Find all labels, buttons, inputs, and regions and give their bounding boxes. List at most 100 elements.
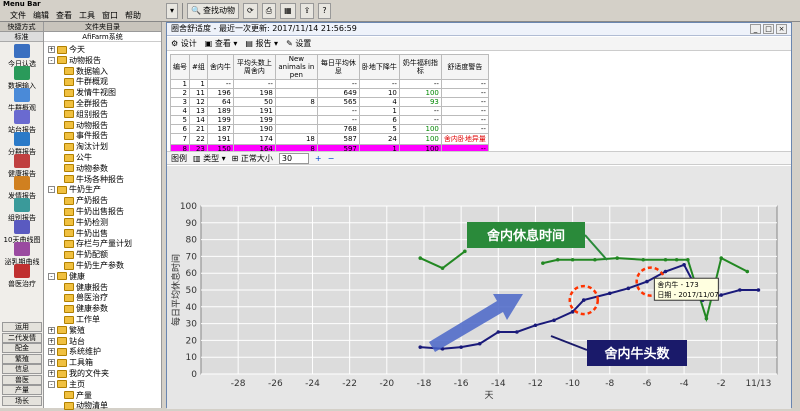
shortcut-group-button[interactable]: 产量 <box>2 385 42 395</box>
shortcut-icon <box>14 154 30 168</box>
grid-icon[interactable]: ▦ <box>280 2 296 19</box>
menu-tools[interactable]: 工具 <box>79 10 95 21</box>
tree-node[interactable]: 存栏与产量计划 <box>64 238 132 249</box>
expand-icon[interactable]: + <box>48 46 55 53</box>
expand-icon[interactable]: + <box>48 337 55 345</box>
table-cell: -- <box>440 79 489 89</box>
menu-edit[interactable]: 编辑 <box>33 10 49 21</box>
tree-node[interactable]: 事件报告 <box>64 130 108 141</box>
expand-icon[interactable]: + <box>48 370 55 377</box>
table-row[interactable]: 1 1 -- -- -- -- -- -- <box>170 79 489 89</box>
table-row[interactable]: 2 11 196 198 649 10 100 -- <box>170 88 489 98</box>
menu-view[interactable]: 查看 <box>56 10 72 21</box>
tree-node[interactable]: 牛群概观 <box>64 76 108 87</box>
table-row[interactable]: 4 13 189 191 -- 1 -- -- <box>170 106 489 116</box>
tree-node[interactable]: 公牛 <box>64 152 92 163</box>
tree-root[interactable]: AfiFarm系统 <box>44 32 161 42</box>
menu-file[interactable]: 文件 <box>10 10 26 21</box>
dropdown-button[interactable]: ▾ <box>166 2 179 19</box>
tree-node[interactable]: - 主页 <box>48 379 85 390</box>
table-row[interactable]: 3 12 64 50 8 565 4 93 -- <box>170 97 489 107</box>
expand-icon[interactable]: + <box>48 348 55 356</box>
zoom-in-icon[interactable]: + <box>315 154 322 163</box>
table-row[interactable]: 5 14 199 199 -- 6 -- -- <box>170 115 489 125</box>
menu-help[interactable]: 帮助 <box>125 10 141 21</box>
view-menu[interactable]: ▣ 查看 ▾ <box>205 38 238 49</box>
maximize-button[interactable]: □ <box>763 24 774 34</box>
expand-icon[interactable]: + <box>48 359 55 367</box>
tree-node[interactable]: 产奶报告 <box>64 195 108 206</box>
tree-node[interactable]: 健康报告 <box>64 282 108 293</box>
shortcut-group-button[interactable]: 运用 <box>2 322 42 332</box>
tree-node[interactable]: + 系统维护 <box>48 346 101 357</box>
shortcut-group-button[interactable]: 场长 <box>2 395 42 406</box>
report-menu[interactable]: ▤ 报告 ▾ <box>245 38 278 49</box>
column-header[interactable]: 奶牛福利指标 <box>398 54 442 80</box>
tree-node[interactable]: - 牛奶生产 <box>48 184 101 195</box>
column-header[interactable]: New animals in pen <box>274 54 318 80</box>
column-header[interactable]: #组 <box>189 54 208 80</box>
zoom-out-icon[interactable]: − <box>328 154 335 163</box>
tree-node[interactable]: 全群报告 <box>64 98 108 109</box>
tree-node[interactable]: 牛奶出售 <box>64 228 108 239</box>
expand-icon[interactable]: - <box>48 56 55 64</box>
tree-node[interactable]: 牛奶检测 <box>64 217 108 228</box>
tree-node[interactable]: 产量 <box>64 390 92 401</box>
table-row[interactable]: 6 21 187 190 768 5 100 -- <box>170 124 489 134</box>
tree-node[interactable]: 淘汰计划 <box>64 141 108 152</box>
tree-node[interactable]: 发情牛视图 <box>64 87 116 98</box>
shortcut-item[interactable]: 兽医治疗 <box>0 264 44 289</box>
tree-node[interactable]: + 繁殖 <box>48 325 85 336</box>
refresh-icon[interactable]: ⟳ <box>242 2 258 19</box>
help-icon[interactable]: ? <box>318 2 331 19</box>
minimize-button[interactable]: _ <box>750 24 761 34</box>
shortcut-group-button[interactable]: 繁殖 <box>2 353 42 364</box>
shortcut-group-button[interactable]: 二代发情 <box>2 332 42 343</box>
tree-node[interactable]: 动物参数 <box>64 163 108 174</box>
table-row[interactable]: 7 22 191 174 18 587 24 100 舍内卧地异量 <box>170 133 489 145</box>
tree-node[interactable]: 数据输入 <box>64 66 108 77</box>
tree-node[interactable]: + 站台 <box>48 336 85 347</box>
tooltip-line: 舍内牛 - 173 <box>657 280 698 289</box>
tree-node[interactable]: 牛场各种报告 <box>64 174 124 185</box>
tree-node[interactable]: 动物报告 <box>64 120 108 131</box>
legend-button[interactable]: 图例 <box>171 153 187 164</box>
column-header[interactable]: 卧地下降牛 <box>358 54 400 80</box>
shortcut-group-button[interactable]: 信息 <box>2 364 42 374</box>
column-header[interactable]: 舍内牛 <box>206 54 234 80</box>
expand-icon[interactable]: - <box>48 380 55 388</box>
close-button[interactable]: × <box>776 24 787 34</box>
export-icon[interactable]: ⇪ <box>299 2 315 19</box>
tree-node[interactable]: 动物清单 <box>64 400 108 411</box>
settings-button[interactable]: ✎ 设置 <box>286 38 311 49</box>
shortcut-group-button[interactable]: 配金 <box>2 343 42 353</box>
tree-node[interactable]: - 动物报告 <box>48 55 101 66</box>
column-header[interactable]: 平均头数上周舍内 <box>232 54 276 80</box>
tree-node[interactable]: 牛奶配额 <box>64 249 108 260</box>
column-header[interactable]: 舒适度警告 <box>440 54 489 80</box>
expand-icon[interactable]: - <box>48 186 55 194</box>
search-animal-button[interactable]: 🔍 查找动物 <box>187 2 239 19</box>
print-icon[interactable]: ⎙ <box>261 2 277 19</box>
zoom-input[interactable]: 30 <box>278 152 309 164</box>
shortcut-standard-tab[interactable]: 标准 <box>0 32 43 42</box>
tree-node[interactable]: 工作单 <box>64 314 100 325</box>
chart-type-menu[interactable]: ▥ 类型 ▾ <box>193 153 226 164</box>
tree-node[interactable]: + 今天 <box>48 44 85 55</box>
normal-size-button[interactable]: ⊞ 正常大小 <box>232 153 273 164</box>
tree-node[interactable]: + 工具箱 <box>48 357 93 368</box>
tree-node[interactable]: 健康参数 <box>64 303 108 314</box>
tree-node[interactable]: + 我的文件夹 <box>48 368 109 379</box>
menu-window[interactable]: 窗口 <box>102 10 118 21</box>
tree-node[interactable]: - 健康 <box>48 271 85 282</box>
design-button[interactable]: ⚙ 设计 <box>171 38 197 49</box>
expand-icon[interactable]: - <box>48 272 55 280</box>
tree-node[interactable]: 牛奶生产参数 <box>64 260 124 271</box>
tree-node[interactable]: 组别报告 <box>64 109 108 120</box>
expand-icon[interactable]: + <box>48 326 55 334</box>
column-header[interactable]: 每日平均休息 <box>316 54 360 80</box>
shortcut-group-button[interactable]: 兽医 <box>2 374 42 385</box>
tree-node[interactable]: 牛奶出售报告 <box>64 206 124 217</box>
column-header[interactable]: 编号 <box>170 54 190 80</box>
tree-node[interactable]: 兽医治疗 <box>64 292 108 303</box>
